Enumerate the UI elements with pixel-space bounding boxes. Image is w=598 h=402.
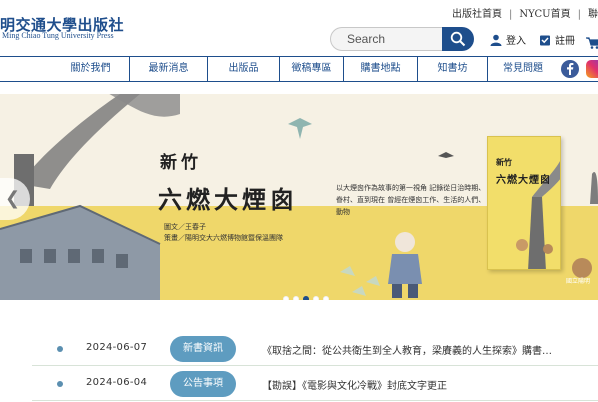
- banner-credit-planner: 策畫／陽明交大六燃博物館暨保溫團隊: [164, 234, 283, 242]
- book-caption: 國立陽明: [566, 278, 591, 285]
- carousel-dot[interactable]: [323, 296, 329, 300]
- search-bar: Search: [330, 27, 474, 51]
- nav-item-bookstores[interactable]: 購書地點: [344, 57, 418, 81]
- news-date: 2024-06-07: [86, 342, 148, 353]
- news-row[interactable]: 2024-06-07 新書資訊 《取捨之間：從公共衛生到全人教育，梁賡義的人生探…: [32, 332, 598, 366]
- book-title-small: 新竹: [496, 157, 512, 167]
- banner-credit: 圖文／王春子 策畫／陽明交大六燃博物館暨保溫團隊: [164, 222, 283, 244]
- top-links: 出版社首頁 | NYCU首頁 | 聯: [452, 5, 598, 20]
- register-icon: [540, 35, 550, 46]
- separator: |: [577, 9, 581, 20]
- bullet-icon: [57, 346, 63, 352]
- news-category-badge[interactable]: 新書資訊: [170, 336, 236, 362]
- login-link[interactable]: 登入: [490, 32, 526, 47]
- chevron-left-icon: ❮: [5, 188, 21, 209]
- carousel-dot[interactable]: [303, 296, 309, 300]
- main-nav: 關於我們 最新消息 出版品 徵稿專區 購書地點 知書坊 常見問題: [0, 56, 598, 82]
- facebook-icon[interactable]: [561, 60, 579, 78]
- book-cover: 新竹 六燃大煙囪: [487, 136, 561, 270]
- user-icon: [490, 34, 502, 46]
- cart-button[interactable]: [586, 32, 598, 51]
- news-row[interactable]: 2024-06-04 公告事項 【勘誤】《電影與文化冷戰》封底文字更正: [32, 367, 598, 401]
- news-title[interactable]: 【勘誤】《電影與文化冷戰》封底文字更正: [262, 377, 562, 392]
- top-link-contact[interactable]: 聯: [588, 5, 598, 20]
- carousel-dot[interactable]: [293, 296, 299, 300]
- nav-item-about[interactable]: 關於我們: [52, 57, 130, 81]
- carousel-dot[interactable]: [313, 296, 319, 300]
- book-title: 六燃大煙囪: [496, 175, 551, 186]
- register-label: 註冊: [555, 36, 575, 47]
- header: 明交通大學出版社 Ming Chiao Tung University Pres…: [0, 0, 598, 56]
- banner-title: 六燃大煙囪: [158, 185, 298, 214]
- top-link-press-home[interactable]: 出版社首頁: [452, 5, 502, 20]
- cart-icon: [586, 37, 598, 49]
- carousel-dots: [283, 287, 333, 300]
- top-link-nycu-home[interactable]: NYCU首頁: [519, 5, 570, 20]
- nav-item-faq[interactable]: 常見問題: [488, 57, 558, 81]
- nav-item-bookclub[interactable]: 知書坊: [418, 57, 488, 81]
- carousel-dot[interactable]: [283, 296, 289, 300]
- separator: |: [508, 9, 513, 20]
- bullet-icon: [57, 381, 63, 387]
- banner-title-small: 新竹: [160, 153, 202, 173]
- search-icon: [450, 31, 466, 47]
- logo-name-en[interactable]: Ming Chiao Tung University Press: [2, 31, 114, 40]
- nav-item-news[interactable]: 最新消息: [130, 57, 208, 81]
- banner-credit-author: 圖文／王春子: [164, 223, 206, 231]
- register-link[interactable]: 註冊: [539, 32, 575, 47]
- login-label: 登入: [506, 36, 526, 47]
- hero-banner[interactable]: 新竹 六燃大煙囪 以大煙囪作為故事的第一視角 記錄從日治時期、眷村、直到現在 曾…: [0, 94, 598, 300]
- instagram-icon[interactable]: [586, 60, 598, 78]
- news-category-badge[interactable]: 公告事項: [170, 371, 236, 397]
- news-date: 2024-06-04: [86, 377, 148, 388]
- news-title[interactable]: 《取捨之間：從公共衛生到全人教育，梁賡義的人生探索》購書…: [262, 342, 562, 357]
- search-input[interactable]: Search: [330, 27, 446, 51]
- nav-item-publications[interactable]: 出版品: [208, 57, 280, 81]
- banner-description: 以大煙囪作為故事的第一視角 記錄從日治時期、眷村、直到現在 曾經在煙囪工作、生活…: [336, 184, 486, 216]
- search-button[interactable]: [442, 27, 474, 51]
- nav-item-submissions[interactable]: 徵稿專區: [280, 57, 344, 81]
